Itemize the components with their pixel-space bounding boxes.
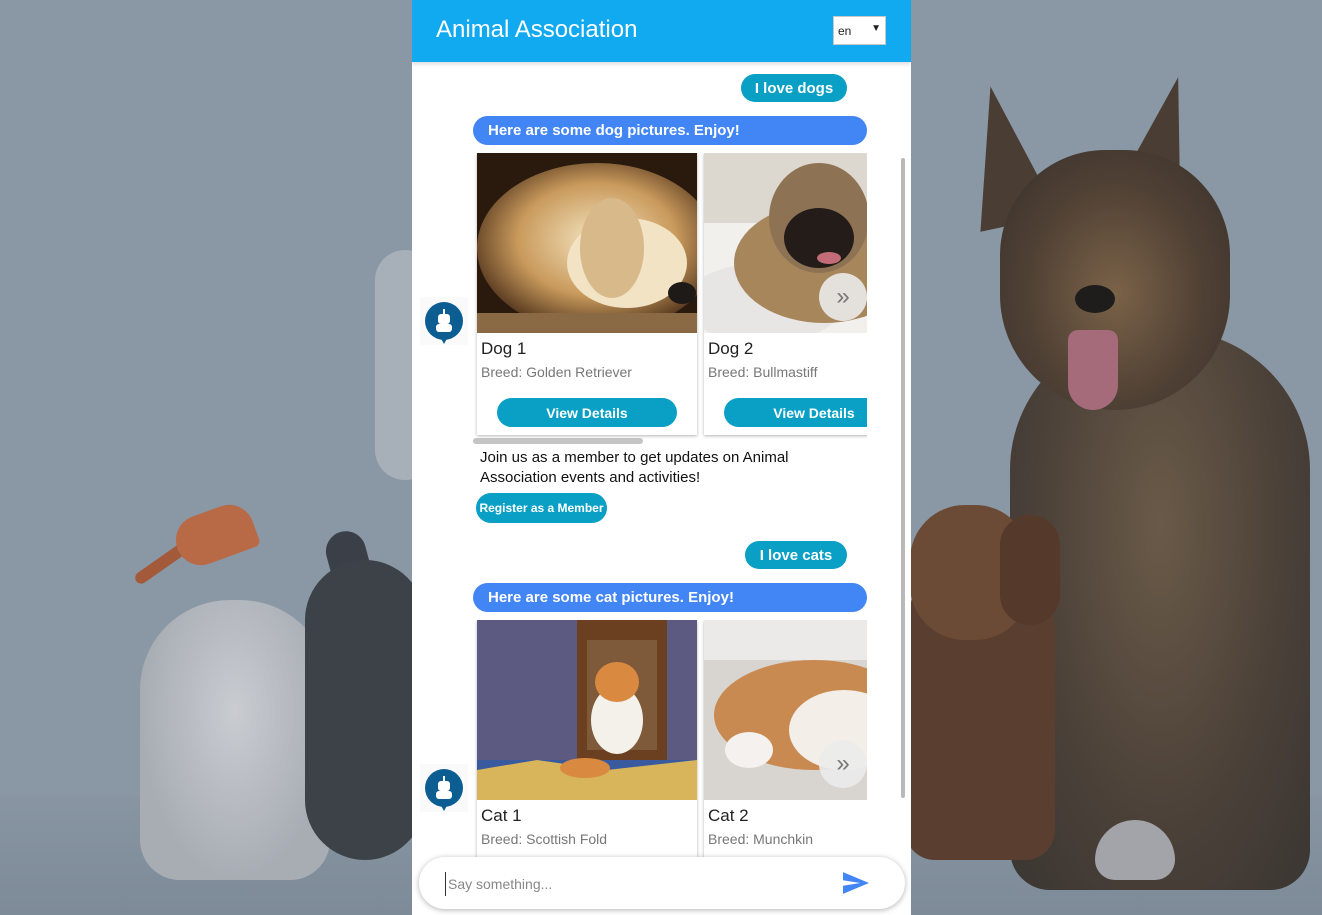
user-message: I love dogs (741, 74, 847, 102)
cat-1-image (477, 620, 697, 800)
dog-card: Dog 1 Breed: Golden Retriever View Detai… (477, 153, 697, 435)
chat-log[interactable]: I love dogs Here are some dog pictures. … (412, 62, 911, 915)
view-details-button[interactable]: View Details (497, 398, 677, 427)
language-select[interactable]: en ▼ (833, 16, 886, 45)
dog-carousel[interactable]: Dog 1 Breed: Golden Retriever View Detai… (473, 153, 867, 443)
message-input-bar (419, 857, 905, 909)
bot-avatar (420, 297, 468, 345)
card-subtitle: Breed: Munchkin (708, 831, 814, 847)
app-header: Animal Association en ▼ (412, 0, 911, 62)
view-details-button[interactable]: View Details (724, 398, 867, 427)
canary-bird (168, 497, 262, 573)
chevron-double-right-icon[interactable]: » (819, 273, 867, 321)
black-rabbit (305, 560, 425, 860)
language-value: en (838, 24, 852, 38)
card-title: Cat 1 (481, 806, 522, 825)
app-title: Animal Association (436, 16, 638, 43)
card-subtitle: Breed: Bullmastiff (708, 364, 818, 380)
send-icon[interactable] (843, 872, 869, 894)
carousel-scrollbar[interactable] (473, 438, 643, 444)
chevron-double-right-icon[interactable]: » (819, 740, 867, 788)
card-title: Dog 2 (708, 339, 754, 358)
card-title: Cat 2 (708, 806, 749, 825)
chat-scrollbar[interactable] (901, 158, 905, 798)
user-message: I love cats (745, 541, 847, 569)
chat-panel: Animal Association en ▼ I love dogs Here… (412, 0, 911, 915)
message-input[interactable] (445, 872, 830, 896)
bot-message: Here are some dog pictures. Enjoy! (473, 116, 867, 145)
membership-message: Join us as a member to get updates on An… (480, 449, 789, 486)
card-title: Dog 1 (481, 339, 527, 358)
caret-down-icon: ▼ (871, 23, 881, 34)
card-subtitle: Breed: Scottish Fold (481, 831, 608, 847)
persian-cat (140, 600, 330, 880)
register-member-button[interactable]: Register as a Member (476, 493, 607, 523)
bot-avatar (420, 764, 468, 812)
dog-1-image (477, 153, 697, 333)
bot-message: Here are some cat pictures. Enjoy! (473, 583, 867, 612)
card-subtitle: Breed: Golden Retriever (481, 364, 632, 380)
